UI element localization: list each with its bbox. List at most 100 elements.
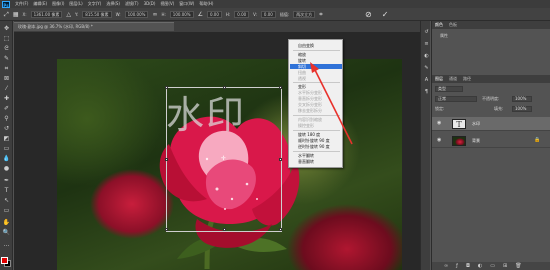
interpolation-select[interactable]: 两次立方	[293, 10, 316, 18]
shape-tool-icon[interactable]: ▭	[2, 207, 11, 215]
lasso-tool-icon[interactable]: ᘓ	[2, 45, 11, 53]
transform-handle-t[interactable]	[223, 86, 226, 89]
mask-icon[interactable]: ◘	[466, 262, 470, 270]
eraser-tool-icon[interactable]: ◩	[2, 135, 11, 143]
cancel-icon[interactable]: ⊘	[365, 8, 372, 21]
hskew-label: H:	[225, 11, 231, 17]
new-layer-icon[interactable]: ⊞	[503, 262, 507, 270]
menu-image[interactable]: 图像(I)	[52, 0, 64, 8]
link-layers-icon[interactable]: ∞	[444, 262, 448, 270]
vskew-field[interactable]: 0.00	[260, 10, 276, 18]
commit-controls: ⊘ ✓	[365, 8, 388, 21]
collapsed-panel-strip: ↺ ≡ ◐ ✎ A ¶	[420, 21, 430, 270]
reference-point-icon[interactable]: ✛	[221, 156, 226, 162]
menu-filter[interactable]: 滤镜(T)	[125, 0, 139, 8]
brush-settings-icon[interactable]: ✎	[423, 65, 430, 72]
type-tool-icon[interactable]: T	[2, 187, 11, 195]
tab-layers[interactable]: 图层	[435, 75, 443, 83]
image-layer-thumbnail	[452, 136, 466, 146]
more-tools-icon[interactable]: …	[2, 241, 11, 249]
w-field[interactable]: 100.00%	[124, 10, 149, 18]
vskew-label: V:	[253, 11, 257, 17]
reference-point-icon[interactable]: ▦	[13, 8, 19, 21]
blur-tool-icon[interactable]: 💧	[2, 155, 11, 163]
menu-edit[interactable]: 编辑(E)	[33, 0, 47, 8]
move-tool-icon[interactable]: ✥	[2, 25, 11, 33]
hand-tool-icon[interactable]: ✋	[2, 219, 11, 227]
eye-icon[interactable]: ◉	[437, 120, 441, 127]
transform-handle-b[interactable]	[223, 228, 226, 231]
w-label: W:	[115, 11, 121, 17]
layer-name[interactable]: 水印	[472, 117, 480, 131]
layer-row-background[interactable]: ◉ 背景 🔒	[432, 134, 550, 148]
tab-paths[interactable]: 路径	[463, 75, 471, 83]
properties-label[interactable]: 属性	[440, 33, 448, 39]
transform-handle-bl[interactable]	[165, 228, 168, 231]
group-icon[interactable]: ▭	[490, 262, 495, 270]
menu-item-free-transform[interactable]: 自由变换	[290, 43, 342, 48]
menu-type[interactable]: 文字(Y)	[88, 0, 102, 8]
menu-window[interactable]: 窗口(W)	[179, 0, 194, 8]
transform-bounding-box[interactable]: ✛	[165, 86, 282, 232]
history-icon[interactable]: ↺	[423, 29, 430, 36]
pen-tool-icon[interactable]: ✒	[2, 177, 11, 185]
paragraph-icon[interactable]: ¶	[423, 89, 430, 96]
marquee-tool-icon[interactable]: ⬚	[2, 35, 11, 43]
menu-separator	[293, 50, 340, 51]
transform-handle-r[interactable]	[279, 158, 282, 161]
link-icon[interactable]: ∞	[152, 8, 157, 21]
layer-name[interactable]: 背景	[472, 134, 480, 148]
crop-tool-icon[interactable]: ⌗	[2, 65, 11, 73]
fill-field[interactable]: 100%	[512, 106, 532, 112]
photoshop-window: Ps 文件(F) 编辑(E) 图像(I) 图层(L) 文字(Y) 选择(S) 滤…	[0, 0, 550, 270]
commit-check-icon[interactable]: ✓	[382, 8, 389, 21]
history-brush-icon[interactable]: ↺	[2, 125, 11, 133]
adjustments-icon[interactable]: ◐	[423, 53, 430, 60]
fx-icon[interactable]: ƒ	[456, 262, 458, 270]
blend-mode-select[interactable]: 正常	[435, 96, 477, 102]
delete-layer-icon[interactable]: 🗑	[515, 262, 521, 270]
layer-filter-select[interactable]: 类型	[435, 86, 463, 92]
zoom-tool-icon[interactable]: 🔍	[2, 229, 11, 237]
layer-row-watermark[interactable]: ◉ T 水印	[432, 117, 550, 131]
y-field[interactable]: 815.50 像素	[82, 10, 112, 18]
hskew-field[interactable]: 0.00	[234, 10, 250, 18]
tab-swatches[interactable]: 色板	[449, 21, 457, 29]
eyedropper-icon[interactable]: ⁄	[2, 85, 11, 93]
dodge-tool-icon[interactable]: ●	[2, 165, 11, 173]
y-label: Y:	[75, 11, 79, 17]
lock-icon: 🔒	[534, 137, 541, 143]
properties-icon[interactable]: ≡	[423, 41, 430, 48]
options-bar: ⤢ ▦ X: 1361.00 像素 △ Y: 815.50 像素 W: 100.…	[0, 8, 550, 21]
menu-item-flip-horizontal[interactable]: 水平翻转	[290, 153, 342, 158]
foreground-color-swatch[interactable]	[1, 257, 8, 264]
eye-icon[interactable]: ◉	[437, 137, 441, 144]
delta-icon[interactable]: △	[66, 8, 71, 21]
document-tab[interactable]: 玫瑰-副本.jpg @ 36.7% (水印, RGB/8) *	[14, 22, 174, 31]
x-field[interactable]: 1361.00 像素	[30, 10, 63, 18]
transform-handle-tl[interactable]	[165, 86, 168, 89]
menu-item-flip-vertical[interactable]: 垂直翻转	[290, 159, 342, 164]
adjustment-layer-icon[interactable]: ◐	[478, 262, 482, 270]
transform-tool-icon[interactable]: ⤢	[4, 8, 9, 21]
angle-field[interactable]: 0.00	[206, 10, 222, 18]
frame-tool-icon[interactable]: ⊠	[2, 75, 11, 83]
menu-bar: Ps 文件(F) 编辑(E) 图像(I) 图层(L) 文字(Y) 选择(S) 滤…	[0, 0, 550, 8]
transform-handle-tr[interactable]	[279, 86, 282, 89]
transform-handle-l[interactable]	[165, 158, 168, 161]
gradient-tool-icon[interactable]: ▭	[2, 145, 11, 153]
path-select-icon[interactable]: ↖	[2, 197, 11, 205]
h-field[interactable]: 100.00%	[169, 10, 194, 18]
warp-icon[interactable]: ⌗	[319, 8, 322, 21]
healing-brush-icon[interactable]: ✚	[2, 95, 11, 103]
opacity-field[interactable]: 100%	[512, 96, 532, 102]
color-panel-tabs: 颜色 色板	[432, 21, 550, 29]
stamp-tool-icon[interactable]: ⚲	[2, 115, 11, 123]
tab-channels[interactable]: 通道	[449, 75, 457, 83]
character-icon[interactable]: A	[423, 77, 430, 84]
menu-item-scale[interactable]: 缩放	[290, 52, 342, 57]
transform-handle-br[interactable]	[279, 228, 282, 231]
quick-select-icon[interactable]: ✎	[2, 55, 11, 63]
tab-color[interactable]: 颜色	[435, 21, 443, 29]
brush-tool-icon[interactable]: ✐	[2, 105, 11, 113]
